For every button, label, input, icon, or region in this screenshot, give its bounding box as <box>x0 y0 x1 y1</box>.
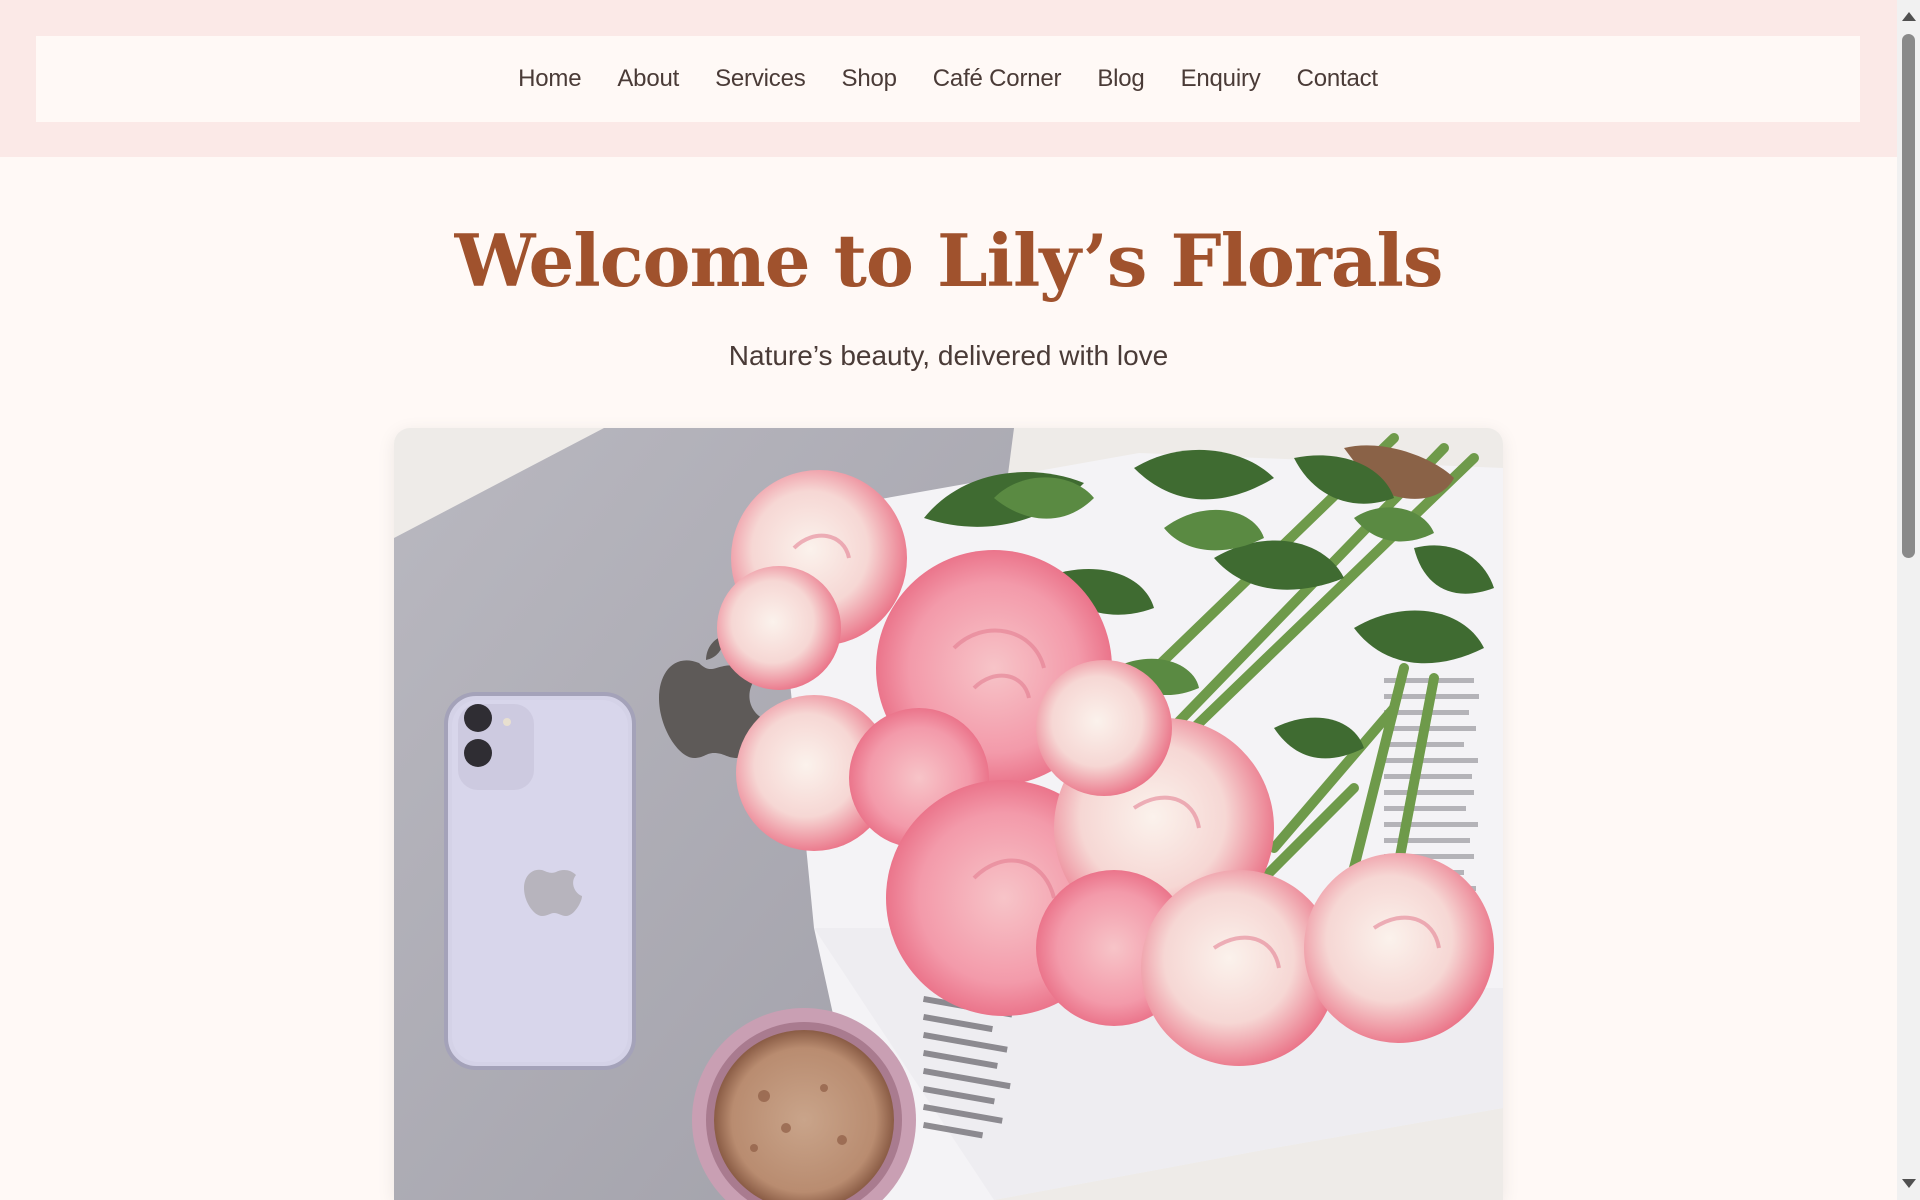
nav-link-home[interactable]: Home <box>518 65 581 92</box>
main-navigation: Home About Services Shop Café Corner Blo… <box>36 36 1860 122</box>
nav-link-contact[interactable]: Contact <box>1297 65 1379 92</box>
header-band: Home About Services Shop Café Corner Blo… <box>0 0 1897 157</box>
hero-subtitle: Nature’s beauty, delivered with love <box>728 340 1169 371</box>
scrollbar-thumb[interactable] <box>1902 34 1915 558</box>
nav-link-about[interactable]: About <box>617 65 679 92</box>
nav-link-enquiry[interactable]: Enquiry <box>1181 65 1261 92</box>
nav-link-blog[interactable]: Blog <box>1097 65 1144 92</box>
nav-link-shop[interactable]: Shop <box>842 65 897 92</box>
nav-link-services[interactable]: Services <box>715 65 806 92</box>
vertical-scrollbar[interactable] <box>1897 0 1920 1200</box>
page: Home About Services Shop Café Corner Blo… <box>0 0 1897 1200</box>
scroll-down-arrow-icon[interactable] <box>1902 1179 1916 1188</box>
nav-link-cafe-corner[interactable]: Café Corner <box>933 65 1062 92</box>
scroll-up-arrow-icon[interactable] <box>1902 12 1916 21</box>
hero-title: Welcome to Lily’s Florals <box>454 218 1444 303</box>
nav-list: Home About Services Shop Café Corner Blo… <box>518 65 1378 93</box>
hero-image <box>394 428 1503 1200</box>
